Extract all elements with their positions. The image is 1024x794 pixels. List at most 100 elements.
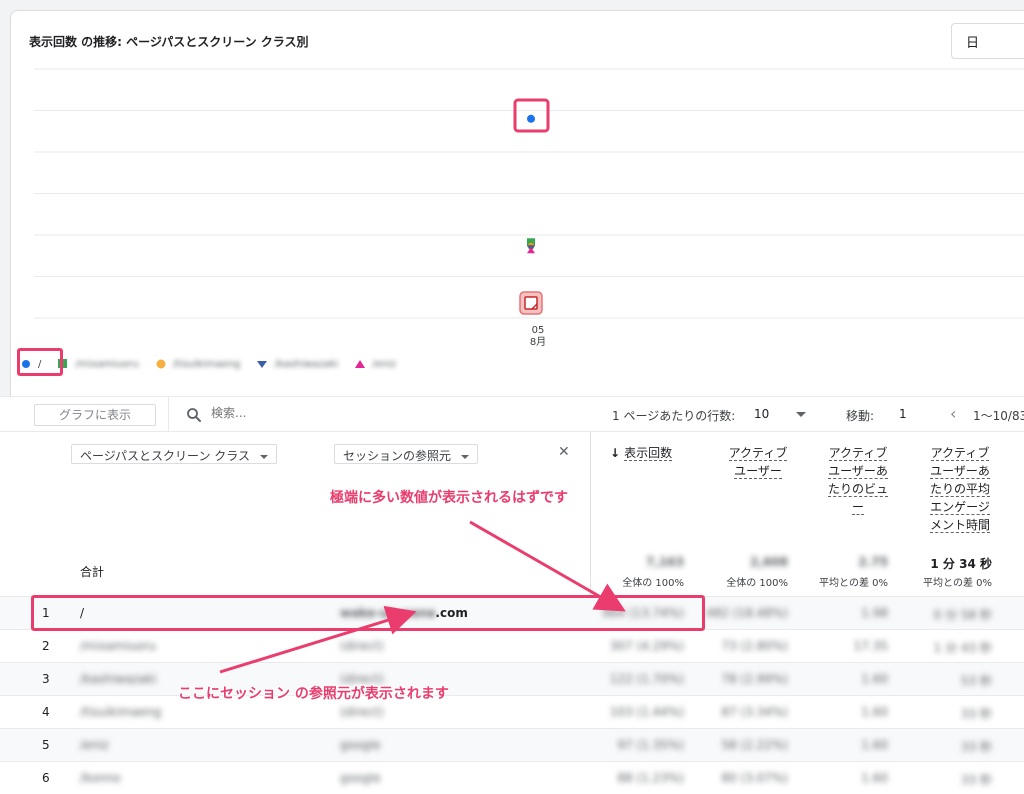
row-engagement-time: 53 秒 bbox=[960, 674, 992, 688]
row-views-per-user: 1.60 bbox=[861, 672, 888, 686]
legend-item[interactable]: /mixamiuoru bbox=[57, 358, 139, 370]
callout-session-source: ここにセッション の参照元が表示されます bbox=[178, 686, 449, 702]
callout-extreme-values: 極端に多い数値が表示されるはずです bbox=[330, 490, 568, 506]
chart-point[interactable] bbox=[527, 114, 535, 123]
column-header-line: エンゲージ bbox=[930, 500, 990, 515]
primary-dimension-label: ページパスとスクリーン クラス bbox=[80, 449, 251, 463]
row-source: google bbox=[340, 771, 381, 785]
search-input[interactable] bbox=[211, 406, 511, 420]
row-engagement-time: 1 分 43 秒 bbox=[933, 641, 992, 655]
row-index: 6 bbox=[42, 771, 50, 785]
row-views-per-user: 1.60 bbox=[861, 705, 888, 719]
table-toolbar: グラフに表示 1 ページあたりの行数: 10 移動: 1 ‹ 1〜10/83 bbox=[0, 396, 1024, 433]
row-source: (direct) bbox=[340, 639, 384, 653]
row-page-path: /kashiwazaki bbox=[80, 672, 157, 686]
row-views: 97 (1.35%) bbox=[617, 738, 684, 752]
row-page-path: /mixamiuoru bbox=[80, 639, 157, 653]
row-views: 103 (1.44%) bbox=[609, 705, 684, 719]
column-header-line: アクティブ bbox=[828, 446, 888, 461]
row-page-path: /tisuikimaeng bbox=[80, 705, 162, 719]
x-tick-day: 05 bbox=[532, 325, 545, 336]
column-header-engagement-time[interactable]: アクティブ ユーザーあ たりの平均 エンゲージ メント時間 bbox=[920, 444, 1000, 534]
note-icon[interactable] bbox=[519, 291, 543, 315]
chevron-down-icon[interactable] bbox=[796, 412, 806, 417]
row-index: 2 bbox=[42, 639, 50, 653]
row-active-users: 482 (18.48%) bbox=[706, 606, 788, 620]
chart-gridlines bbox=[34, 68, 1024, 319]
row-active-users: 73 (2.80%) bbox=[721, 639, 788, 653]
total-views-per-user: 2.75 bbox=[858, 555, 888, 569]
total-engagement-time: 1 分 34 秒 bbox=[930, 557, 992, 571]
legend-label: /kashiwazaki bbox=[274, 358, 339, 370]
row-engagement-time: 33 秒 bbox=[960, 740, 992, 754]
pagination-range: 1〜10/83 bbox=[973, 409, 1024, 423]
legend-label: /eniz bbox=[372, 358, 396, 370]
row-views: 307 (4.29%) bbox=[609, 639, 684, 653]
column-header-label: 表示回数 bbox=[624, 446, 673, 461]
row-active-users: 87 (3.34%) bbox=[721, 705, 788, 719]
row-highlight-box bbox=[31, 595, 705, 631]
row-views-per-user: 17.35 bbox=[853, 639, 888, 653]
toolbar-divider bbox=[168, 397, 169, 433]
primary-dimension-select[interactable]: ページパスとスクリーン クラス bbox=[71, 444, 278, 464]
chart-plot: 05 8月 bbox=[34, 68, 1024, 348]
row-views-per-user: 1.98 bbox=[861, 606, 888, 620]
column-header-active-users[interactable]: アクティブ ユーザー bbox=[718, 444, 798, 480]
table-row[interactable]: 6 /konno google 88 (1.23%) 80 (3.07%) 1.… bbox=[0, 761, 1024, 794]
x-tick-month: 8月 bbox=[530, 336, 546, 348]
chevron-left-icon[interactable]: ‹ bbox=[950, 406, 956, 422]
table-row[interactable]: 2 /mixamiuoru (direct) 307 (4.29%) 73 (2… bbox=[0, 629, 1024, 662]
row-index: 3 bbox=[42, 672, 50, 686]
column-header-views[interactable]: ↓ 表示回数 bbox=[610, 444, 690, 462]
column-header-line: アクティブ bbox=[930, 446, 990, 461]
column-header-line: たりのビュ bbox=[827, 482, 888, 497]
rows-per-page-label: 1 ページあたりの行数: bbox=[612, 409, 736, 423]
app-root: 表示回数 の推移: ページパスとスクリーン クラス別 日 05 8月 / /mi… bbox=[0, 0, 1024, 794]
total-views-share: 全体の 100% bbox=[622, 578, 684, 589]
legend-item[interactable]: /eniz bbox=[354, 358, 396, 370]
legend-triangle-icon bbox=[355, 360, 366, 368]
arrow-down-icon: ↓ bbox=[610, 446, 621, 460]
chevron-down-icon bbox=[461, 454, 470, 459]
plot-rows-button[interactable]: グラフに表示 bbox=[34, 404, 156, 426]
table-row[interactable]: 4 /tisuikimaeng (direct) 103 (1.44%) 87 … bbox=[0, 695, 1024, 728]
search-icon bbox=[187, 408, 201, 422]
total-users-share: 全体の 100% bbox=[726, 578, 788, 589]
row-active-users: 78 (2.99%) bbox=[721, 672, 788, 686]
row-engagement-time: 33 秒 bbox=[960, 773, 992, 787]
column-header-line: メント時間 bbox=[929, 518, 990, 533]
chevron-down-icon bbox=[260, 454, 269, 459]
total-vpu-diff: 平均との差 0% bbox=[819, 578, 888, 589]
column-header-views-per-user[interactable]: アクティブ ユーザーあ たりのビュ ー bbox=[818, 444, 898, 516]
total-label: 合計 bbox=[80, 565, 105, 579]
legend-diamond-icon bbox=[257, 361, 268, 368]
close-icon[interactable]: ✕ bbox=[558, 444, 570, 460]
legend-item[interactable]: /kashiwazaki bbox=[256, 358, 338, 370]
secondary-dimension-select[interactable]: セッションの参照元 bbox=[334, 444, 479, 464]
chart-points bbox=[527, 114, 535, 254]
column-header-line: ユーザーあ bbox=[828, 464, 888, 479]
total-views: 7,163 bbox=[646, 555, 684, 569]
secondary-dimension-label: セッションの参照元 bbox=[343, 449, 452, 463]
goto-input[interactable]: 1 bbox=[899, 407, 907, 421]
table-row[interactable]: 3 /kashiwazaki (direct) 122 (1.70%) 78 (… bbox=[0, 662, 1024, 695]
legend-highlight-box bbox=[17, 348, 63, 376]
column-header-line: たりの平均 bbox=[929, 482, 990, 497]
row-page-path: /eniz bbox=[80, 738, 109, 752]
row-index: 4 bbox=[42, 705, 50, 719]
row-source: (direct) bbox=[340, 705, 384, 719]
row-views: 122 (1.70%) bbox=[609, 672, 684, 686]
legend-circle-icon bbox=[156, 359, 166, 369]
column-header-line: ユーザー bbox=[734, 464, 782, 479]
rows-per-page-select[interactable]: 10 bbox=[754, 407, 769, 421]
row-source: google bbox=[340, 738, 381, 752]
legend-item[interactable]: /tisuikimaeng bbox=[155, 358, 240, 370]
row-index: 5 bbox=[42, 738, 50, 752]
row-engagement-time: 33 秒 bbox=[960, 707, 992, 721]
column-header-line: ユーザーあ bbox=[930, 464, 990, 479]
column-header-line: アクティブ bbox=[728, 446, 788, 461]
row-engagement-time: 0 分 58 秒 bbox=[933, 608, 992, 622]
row-views: 88 (1.23%) bbox=[617, 771, 684, 785]
table-row[interactable]: 5 /eniz google 97 (1.35%) 58 (2.22%) 1.6… bbox=[0, 728, 1024, 761]
column-header-line: ー bbox=[851, 500, 864, 515]
